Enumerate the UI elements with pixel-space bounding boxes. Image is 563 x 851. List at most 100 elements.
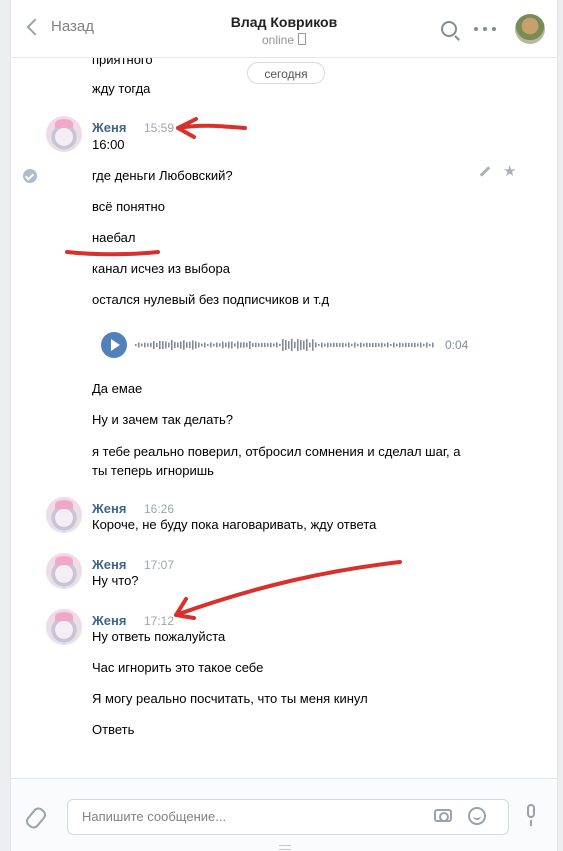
message-text: я тебе реально поверил, отбросил сомнени… [92, 444, 461, 478]
emoji-icon[interactable] [468, 807, 486, 825]
waveform-bar [279, 343, 281, 347]
waveform-bar [324, 343, 326, 347]
waveform-bar [432, 342, 434, 348]
waveform-bar [288, 341, 290, 349]
message-input[interactable] [80, 808, 424, 825]
waveform-bar [297, 339, 299, 351]
waveform-bar [399, 342, 401, 348]
voice-duration: 0:04 [445, 338, 469, 352]
camera-icon[interactable] [434, 809, 452, 822]
message-text: Ответь [92, 722, 135, 737]
waveform-bar [252, 343, 254, 347]
date-divider: сегодня [247, 62, 325, 84]
waveform-bar [330, 343, 332, 347]
message-time[interactable]: 17:07 [144, 558, 174, 572]
resize-grip[interactable] [279, 845, 291, 850]
avatar[interactable] [46, 497, 82, 533]
message-text: Да емае [92, 381, 143, 396]
waveform-bar [312, 339, 314, 351]
waveform-bar [231, 341, 233, 349]
message-text: остался нулевый без подписчиков и т.д [92, 292, 330, 307]
author-name[interactable]: Женя [92, 613, 126, 628]
author-name[interactable]: Женя [92, 501, 126, 516]
waveform-bar [417, 343, 419, 347]
message-text: Короче, не буду пока наговаривать, жду о… [92, 517, 377, 532]
waveform-bar [423, 343, 425, 347]
waveform-bar [381, 342, 383, 348]
waveform-bar [426, 342, 428, 348]
waveform-bar [135, 344, 137, 346]
waveform-bar [207, 343, 209, 347]
star-icon[interactable]: ★ [503, 164, 516, 179]
message-text: 16:00 [92, 137, 125, 152]
waveform-bar [402, 343, 404, 347]
waveform-bar [144, 342, 146, 348]
waveform-bar [243, 342, 245, 348]
search-icon[interactable] [441, 21, 457, 37]
waveform-bar [309, 342, 311, 348]
waveform-bar [195, 341, 197, 349]
waveform-bar [180, 341, 182, 349]
play-icon[interactable] [101, 332, 127, 358]
message-input-box[interactable] [67, 799, 509, 835]
waveform-bar [342, 342, 344, 348]
voice-waveform[interactable] [135, 333, 435, 357]
avatar[interactable] [46, 116, 82, 152]
author-name[interactable]: Женя [92, 557, 126, 572]
waveform-bar [234, 343, 236, 347]
waveform-bar [240, 342, 242, 348]
waveform-bar [174, 341, 176, 349]
waveform-bar [276, 342, 278, 348]
waveform-bar [366, 342, 368, 348]
voice-message: 0:04 [101, 332, 481, 358]
message-composer [11, 778, 557, 851]
waveform-bar [291, 338, 293, 352]
waveform-bar [168, 342, 170, 348]
waveform-bar [285, 340, 287, 350]
waveform-bar [420, 342, 422, 348]
waveform-bar [327, 342, 329, 348]
message-text: наебал [92, 230, 136, 245]
check-icon[interactable] [23, 169, 37, 183]
attach-icon[interactable] [23, 805, 49, 831]
message-history[interactable]: приятного сегодня жду тогда Женя 15:59 1… [11, 58, 557, 778]
message-text: Час игнорить это такое себе [92, 660, 264, 675]
waveform-bar [165, 341, 167, 349]
waveform-bar [375, 342, 377, 348]
avatar[interactable] [46, 553, 82, 589]
waveform-bar [267, 343, 269, 347]
waveform-bar [264, 342, 266, 348]
waveform-bar [390, 343, 392, 347]
contact-avatar[interactable] [515, 14, 545, 44]
waveform-bar [351, 343, 353, 347]
waveform-bar [237, 341, 239, 349]
waveform-bar [306, 338, 308, 352]
waveform-bar [411, 343, 413, 347]
waveform-bar [273, 343, 275, 347]
waveform-bar [387, 342, 389, 348]
waveform-bar [414, 342, 416, 348]
avatar[interactable] [46, 609, 82, 645]
waveform-bar [189, 341, 191, 349]
waveform-bar [363, 343, 365, 347]
more-icon[interactable] [474, 27, 496, 33]
waveform-bar [282, 339, 284, 351]
waveform-bar [177, 342, 179, 348]
message-time[interactable]: 15:59 [144, 121, 174, 135]
microphone-icon[interactable] [527, 804, 535, 826]
waveform-bar [138, 342, 140, 348]
edit-icon[interactable] [479, 166, 491, 177]
waveform-bar [183, 340, 185, 350]
message-text: всё понятно [92, 199, 165, 214]
author-name[interactable]: Женя [92, 120, 126, 135]
waveform-bar [204, 342, 206, 348]
waveform-bar [393, 342, 395, 348]
message-text: жду тогда [92, 81, 151, 96]
waveform-bar [219, 343, 221, 347]
message-time[interactable]: 16:26 [144, 502, 174, 516]
waveform-bar [186, 342, 188, 348]
message-text: канал исчез из выбора [92, 261, 230, 276]
waveform-bar [372, 342, 374, 348]
message-time[interactable]: 17:12 [144, 614, 174, 628]
waveform-bar [300, 339, 302, 351]
